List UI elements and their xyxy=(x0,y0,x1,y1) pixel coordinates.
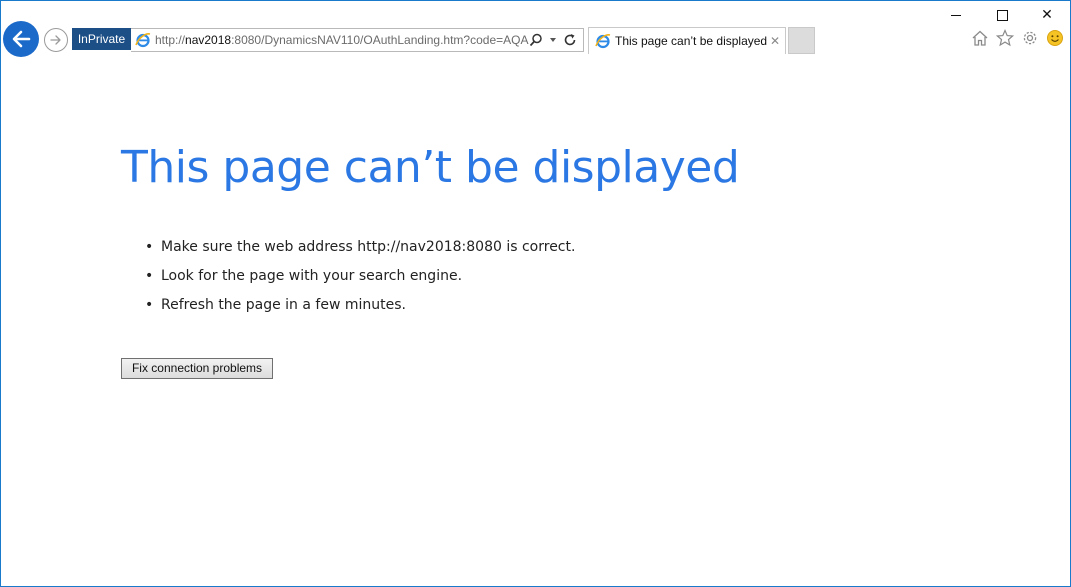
new-tab-button[interactable] xyxy=(788,27,815,54)
search-icon[interactable] xyxy=(529,33,543,47)
page-title: This page can’t be displayed xyxy=(121,142,740,193)
bullet: • xyxy=(145,268,154,284)
back-arrow-icon xyxy=(12,30,31,48)
inprivate-badge: InPrivate xyxy=(72,28,131,50)
address-rest: :8080/DynamicsNAV110/OAuthLanding.htm?co… xyxy=(231,33,529,47)
list-item: • Refresh the page in a few minutes. xyxy=(145,294,575,323)
home-icon[interactable] xyxy=(971,29,989,47)
bullet: • xyxy=(145,239,154,255)
back-button[interactable] xyxy=(3,21,39,57)
settings-gear-icon[interactable] xyxy=(1021,29,1039,47)
close-icon: ✕ xyxy=(1041,7,1053,23)
address-bar[interactable]: http://nav2018:8080/DynamicsNAV110/OAuth… xyxy=(131,28,584,52)
list-item: • Make sure the web address http://nav20… xyxy=(145,236,575,265)
ie-tab-icon xyxy=(595,34,611,49)
favorites-star-icon[interactable] xyxy=(996,29,1014,47)
forward-button[interactable] xyxy=(44,28,68,52)
minimize-button[interactable] xyxy=(933,0,979,30)
tab-active[interactable]: This page can’t be displayed ✕ xyxy=(588,27,786,54)
list-item: • Look for the page with your search eng… xyxy=(145,265,575,294)
address-host: nav2018 xyxy=(185,33,232,47)
ie-page-icon xyxy=(135,33,151,48)
forward-arrow-icon xyxy=(50,35,61,45)
maximize-icon xyxy=(996,9,1008,21)
address-input[interactable]: http://nav2018:8080/DynamicsNAV110/OAuth… xyxy=(155,33,530,47)
address-prefix: http:// xyxy=(155,33,186,47)
minimize-icon xyxy=(951,14,961,16)
tip-text: Make sure the web address http://nav2018… xyxy=(161,239,576,255)
refresh-icon[interactable] xyxy=(563,33,577,47)
bullet: • xyxy=(145,297,154,313)
tip-text: Refresh the page in a few minutes. xyxy=(161,297,406,313)
suggestion-list: • Make sure the web address http://nav20… xyxy=(145,236,575,323)
tab-close-icon[interactable]: ✕ xyxy=(770,34,780,48)
tab-title: This page can’t be displayed xyxy=(615,34,768,48)
maximize-button[interactable] xyxy=(979,0,1025,30)
feedback-smiley-icon[interactable] xyxy=(1046,29,1064,47)
close-window-button[interactable]: ✕ xyxy=(1024,0,1070,30)
dropdown-icon[interactable] xyxy=(549,36,557,44)
tip-text: Look for the page with your search engin… xyxy=(161,268,463,284)
fix-connection-problems-button[interactable]: Fix connection problems xyxy=(121,358,273,379)
